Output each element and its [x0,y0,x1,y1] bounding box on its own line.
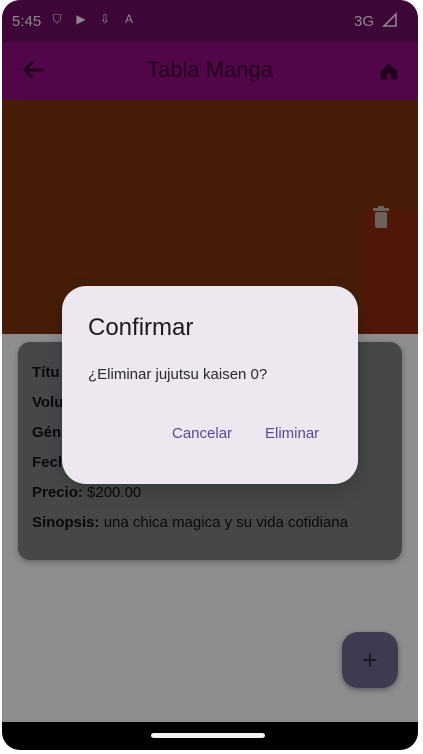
dialog-title: Confirmar [88,314,194,341]
delete-button[interactable]: Eliminar [265,425,319,442]
home-gesture-handle[interactable] [151,733,265,738]
cancel-button[interactable]: Cancelar [172,425,232,442]
device-screen: 5:45 ⛉ ▶ ⇩ A 3G Tabla Manga Títu Volu Gé… [2,0,418,750]
dialog-message: ¿Eliminar jujutsu kaisen 0? [88,366,268,383]
confirm-dialog: Confirmar ¿Eliminar jujutsu kaisen 0? Ca… [62,286,358,484]
navigation-bar [2,722,418,750]
